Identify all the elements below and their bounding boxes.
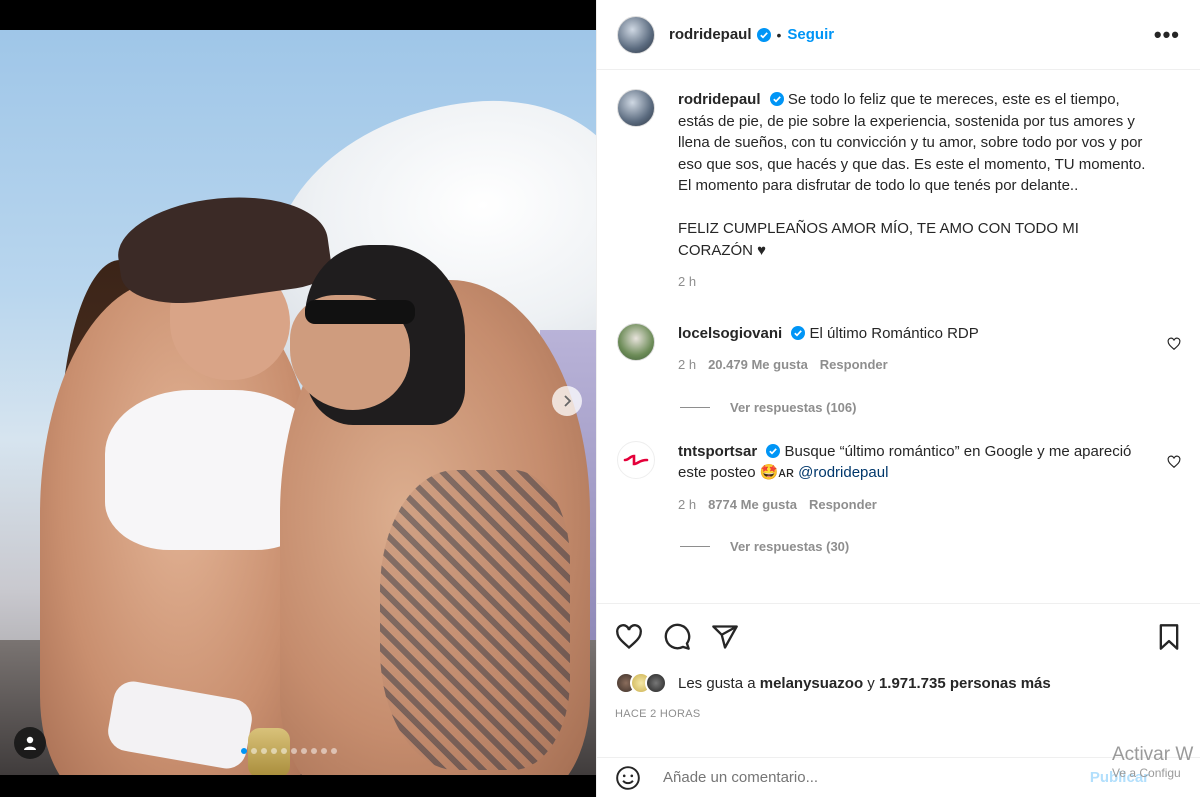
carousel-dot: [281, 748, 287, 754]
man-sunglasses: [305, 300, 415, 324]
watermark-line-2: Ve a Configu: [1112, 766, 1181, 780]
chevron-right-icon: [564, 395, 572, 407]
avatar[interactable]: [617, 440, 655, 479]
share-icon[interactable]: [711, 623, 739, 651]
post-side-panel: rodridepaul • Seguir ••• rodridepaul Se …: [596, 0, 1200, 797]
carousel-dots: [241, 748, 337, 754]
comment-username[interactable]: locelsogiovani: [678, 325, 782, 342]
header-username[interactable]: rodridepaul: [669, 26, 752, 43]
like-comment-heart-icon[interactable]: [1167, 337, 1181, 351]
carousel-next-button[interactable]: [552, 386, 582, 416]
action-bar: Les gusta a melanysuazoo y 1.971.735 per…: [597, 603, 1200, 720]
view-replies-button[interactable]: Ver respuestas (106): [680, 400, 1181, 415]
view-replies-label: Ver respuestas (30): [730, 539, 850, 554]
caption-username[interactable]: rodridepaul: [678, 91, 761, 108]
caption-text: Se todo lo feliz que te mereces, este es…: [678, 91, 1146, 259]
avatar: [645, 672, 667, 694]
header-separator: •: [776, 26, 782, 43]
view-replies-label: Ver respuestas (106): [730, 399, 857, 415]
heart-icon[interactable]: [615, 623, 643, 651]
likes-user-link[interactable]: melanysuazoo: [760, 675, 863, 692]
caption: rodridepaul Se todo lo feliz que te mere…: [617, 89, 1181, 293]
likes-prefix: Les gusta a: [678, 674, 756, 692]
carousel-dot: [331, 748, 337, 754]
comments-list[interactable]: rodridepaul Se todo lo feliz que te mere…: [597, 71, 1200, 603]
post-timestamp[interactable]: HACE 2 HORAS: [615, 708, 1183, 720]
watermark-line-1: Activar W: [1112, 744, 1194, 765]
avatar[interactable]: [617, 15, 655, 54]
comment-item: tntsportsar Busque “último romántico” en…: [617, 440, 1181, 516]
tnt-sports-logo-icon: [623, 454, 649, 465]
comment-username[interactable]: tntsportsar: [678, 443, 757, 460]
user-tag-icon: [24, 736, 36, 750]
media-panel: [0, 0, 596, 797]
post-header: rodridepaul • Seguir •••: [597, 0, 1200, 70]
carousel-dot: [261, 748, 267, 754]
avatar[interactable]: [617, 89, 655, 127]
carousel-dot: [271, 748, 277, 754]
carousel-dot: [251, 748, 257, 754]
windows-activation-watermark: Activar W Ve a Configu: [1112, 744, 1200, 780]
comment-likes[interactable]: 8774 Me gusta: [708, 494, 797, 516]
reply-button[interactable]: Responder: [809, 494, 877, 516]
follow-button[interactable]: Seguir: [787, 26, 834, 43]
replies-divider: [680, 406, 710, 408]
avatar[interactable]: [617, 322, 655, 361]
comment-mention-link[interactable]: @rodridepaul: [798, 464, 888, 481]
man-tattooed-arm: [380, 470, 570, 770]
likes-summary[interactable]: Les gusta a melanysuazoo y 1.971.735 per…: [615, 672, 1183, 694]
verified-icon: [791, 325, 806, 340]
bookmark-icon[interactable]: [1155, 623, 1183, 651]
caption-time[interactable]: 2 h: [678, 271, 696, 293]
comment-icon[interactable]: [663, 623, 691, 651]
comment-time[interactable]: 2 h: [678, 494, 696, 516]
verified-icon: [756, 27, 771, 42]
verified-icon: [769, 92, 784, 106]
comment-likes[interactable]: 20.479 Me gusta: [708, 354, 808, 376]
more-options-button[interactable]: •••: [1154, 22, 1180, 48]
comment-time[interactable]: 2 h: [678, 354, 696, 376]
carousel-dot: [291, 748, 297, 754]
emoji-icon[interactable]: [615, 765, 641, 791]
comment-item: locelsogiovani El último Romántico RDP 2…: [617, 322, 1181, 376]
replies-divider: [680, 546, 710, 547]
likes-count-link[interactable]: 1.971.735 personas más: [879, 675, 1051, 692]
likes-connector: y: [867, 674, 875, 692]
verified-icon: [766, 443, 781, 458]
view-replies-button[interactable]: Ver respuestas (30): [680, 539, 1181, 554]
comment-input[interactable]: [663, 769, 1063, 786]
carousel-dot: [321, 748, 327, 754]
user-tag-button[interactable]: [14, 727, 46, 759]
like-comment-heart-icon[interactable]: [1167, 455, 1181, 469]
add-comment-bar: Publicar: [597, 757, 1200, 797]
carousel-dot: [311, 748, 317, 754]
carousel-dot: [301, 748, 307, 754]
post-photo[interactable]: [0, 30, 596, 775]
reply-button[interactable]: Responder: [820, 354, 888, 376]
comment-text: El último Romántico RDP: [809, 324, 979, 342]
carousel-dot: [241, 748, 247, 754]
